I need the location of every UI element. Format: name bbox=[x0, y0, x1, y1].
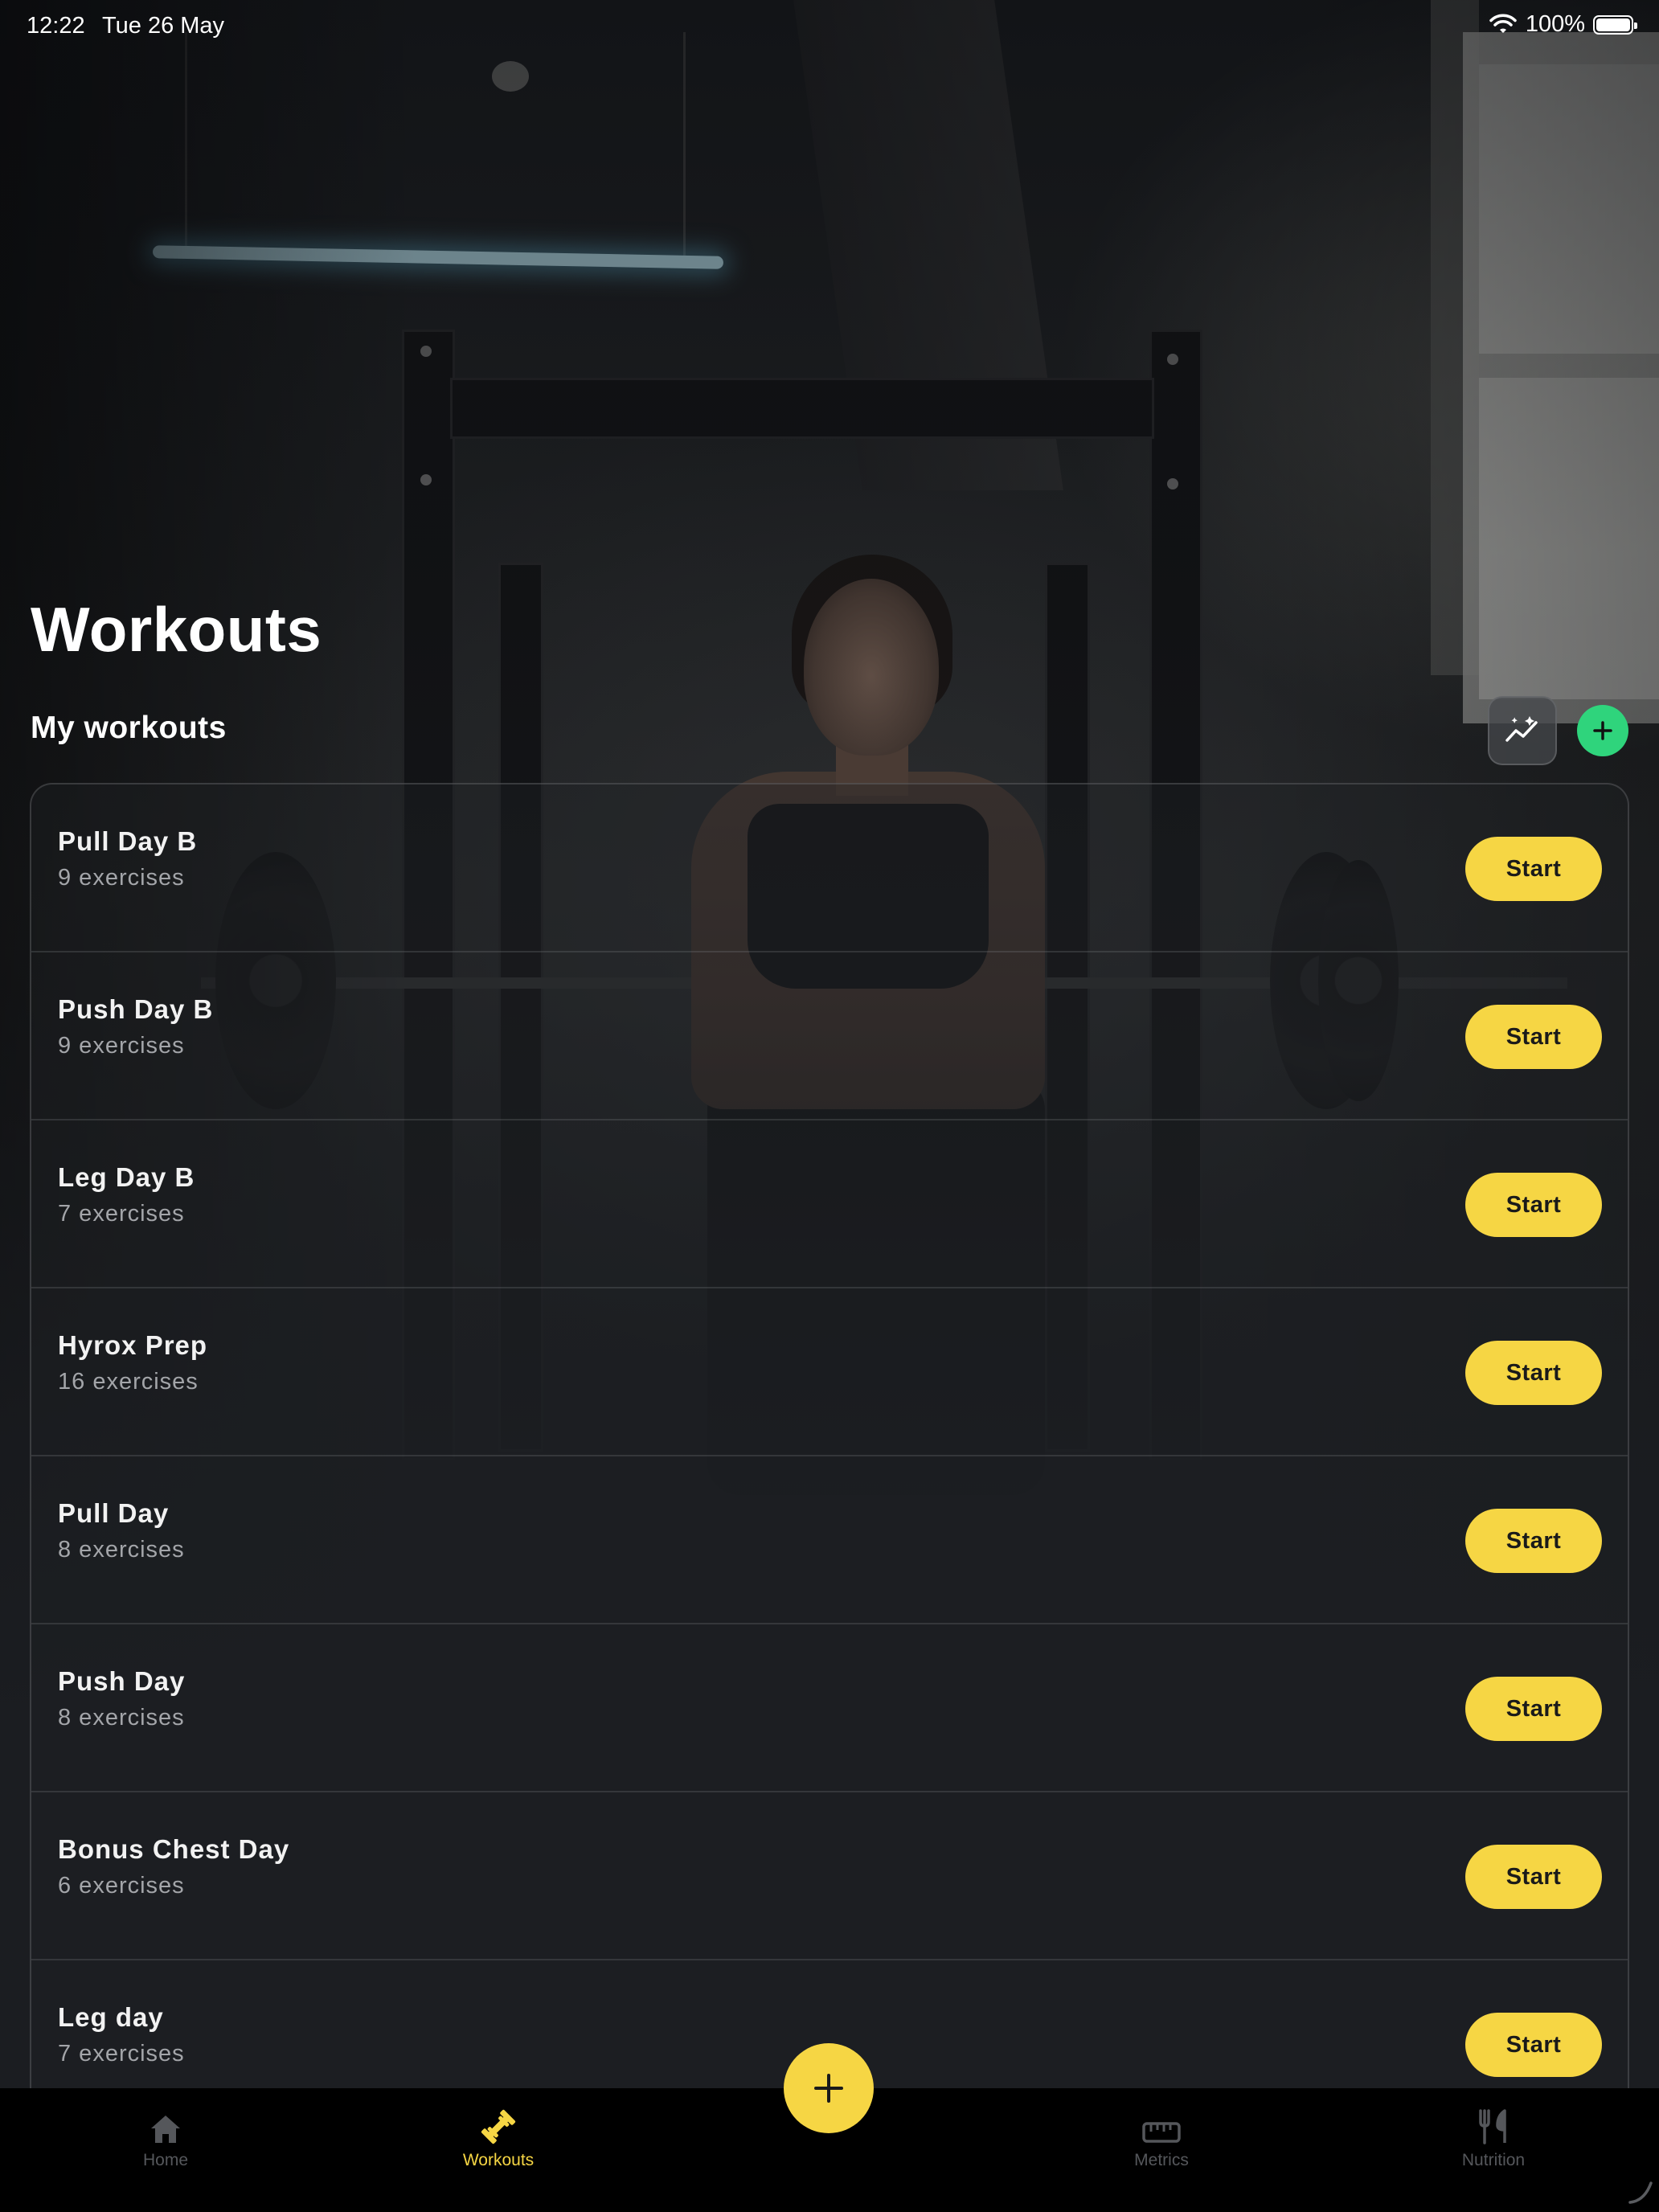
workout-row-push-day[interactable]: Push Day 8 exercises Start bbox=[31, 1624, 1628, 1792]
fork-knife-icon bbox=[1479, 2109, 1506, 2144]
start-button[interactable]: Start bbox=[1465, 2013, 1602, 2077]
start-button[interactable]: Start bbox=[1465, 837, 1602, 901]
workout-name: Pull Day bbox=[58, 1498, 170, 1528]
workout-exercise-count: 6 exercises bbox=[58, 1873, 185, 1899]
workout-row-bonus-chest-day[interactable]: Bonus Chest Day 6 exercises Start bbox=[31, 1792, 1628, 1960]
battery-icon bbox=[1593, 14, 1637, 35]
start-button[interactable]: Start bbox=[1465, 1341, 1602, 1405]
workout-exercise-count: 16 exercises bbox=[58, 1369, 199, 1395]
status-date: Tue 26 May bbox=[102, 13, 225, 39]
house-icon bbox=[151, 2116, 180, 2143]
start-button[interactable]: Start bbox=[1465, 1005, 1602, 1069]
workout-name: Leg day bbox=[58, 2002, 164, 2032]
resize-corner-icon bbox=[1628, 2181, 1653, 2204]
workout-row-hyrox-prep[interactable]: Hyrox Prep 16 exercises Start bbox=[31, 1288, 1628, 1456]
workout-exercise-count: 8 exercises bbox=[58, 1537, 185, 1563]
insights-icon bbox=[1505, 716, 1538, 742]
workout-exercise-count: 8 exercises bbox=[58, 1705, 185, 1731]
workout-exercise-count: 9 exercises bbox=[58, 865, 185, 891]
status-bar: 12:22 Tue 26 May 100% bbox=[0, 0, 1659, 51]
start-button[interactable]: Start bbox=[1465, 1845, 1602, 1909]
plus-icon bbox=[1593, 721, 1612, 740]
status-time: 12:22 bbox=[27, 13, 85, 39]
start-button[interactable]: Start bbox=[1465, 1173, 1602, 1237]
tab-nutrition[interactable]: Nutrition bbox=[1397, 2104, 1590, 2170]
tab-workouts[interactable]: Workouts bbox=[402, 2104, 595, 2170]
workout-row-pull-day[interactable]: Pull Day 8 exercises Start bbox=[31, 1456, 1628, 1624]
workout-name: Bonus Chest Day bbox=[58, 1834, 290, 1864]
battery-percent: 100% bbox=[1525, 11, 1585, 37]
tab-label: Workouts bbox=[462, 2151, 535, 2169]
workout-exercise-count: 7 exercises bbox=[58, 1201, 185, 1227]
workout-row-pull-day-b[interactable]: Pull Day B 9 exercises Start bbox=[31, 784, 1628, 952]
wifi-icon bbox=[1489, 14, 1517, 33]
ruler-icon bbox=[1142, 2122, 1181, 2143]
start-button[interactable]: Start bbox=[1465, 1509, 1602, 1573]
workout-name: Leg Day B bbox=[58, 1162, 195, 1192]
start-button[interactable]: Start bbox=[1465, 1677, 1602, 1741]
tab-home[interactable]: Home bbox=[69, 2104, 262, 2170]
page-title: Workouts bbox=[31, 594, 322, 665]
tab-label: Home bbox=[142, 2151, 189, 2169]
tab-label: Nutrition bbox=[1461, 2151, 1526, 2169]
workout-name: Hyrox Prep bbox=[58, 1330, 208, 1360]
plus-icon bbox=[814, 2074, 843, 2103]
insights-button[interactable] bbox=[1488, 696, 1557, 765]
workout-name: Pull Day B bbox=[58, 826, 198, 856]
workout-name: Push Day bbox=[58, 1666, 186, 1696]
dumbbell-icon bbox=[481, 2109, 516, 2144]
add-fab-button[interactable] bbox=[784, 2043, 874, 2133]
workout-name: Push Day B bbox=[58, 994, 214, 1024]
workout-row-leg-day-b[interactable]: Leg Day B 7 exercises Start bbox=[31, 1120, 1628, 1288]
add-workout-button[interactable] bbox=[1577, 705, 1628, 756]
workout-list: Pull Day B 9 exercises Start Push Day B … bbox=[30, 783, 1629, 2093]
workout-row-push-day-b[interactable]: Push Day B 9 exercises Start bbox=[31, 952, 1628, 1120]
tab-metrics[interactable]: Metrics bbox=[1065, 2104, 1258, 2170]
section-title: My workouts bbox=[31, 711, 227, 745]
workout-exercise-count: 9 exercises bbox=[58, 1033, 185, 1059]
workout-exercise-count: 7 exercises bbox=[58, 2041, 185, 2067]
tab-label: Metrics bbox=[1134, 2151, 1189, 2169]
